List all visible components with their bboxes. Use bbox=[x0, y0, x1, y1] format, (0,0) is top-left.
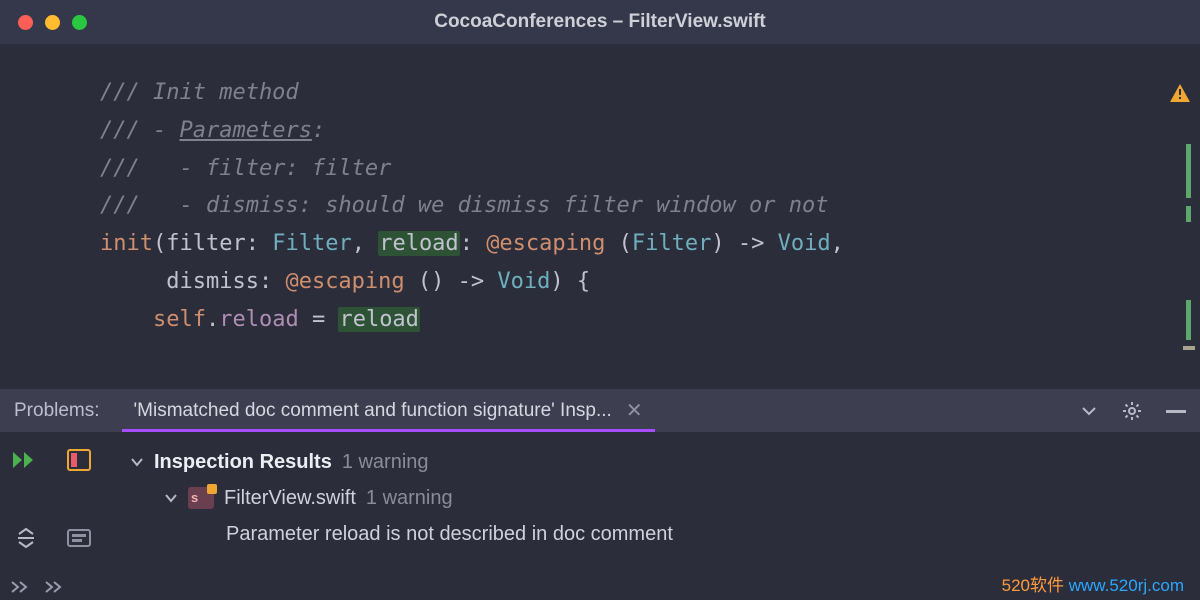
maximize-window-button[interactable] bbox=[72, 15, 87, 30]
more-tools-icon[interactable] bbox=[44, 580, 64, 594]
attr-escaping-2: @escaping bbox=[285, 269, 404, 294]
traffic-lights bbox=[18, 15, 87, 30]
highlight-in-editor-button[interactable] bbox=[63, 446, 95, 474]
param-filter: filter bbox=[166, 231, 245, 256]
keyword-self: self bbox=[153, 307, 206, 332]
rerun-inspection-button[interactable] bbox=[10, 446, 42, 474]
gear-icon[interactable] bbox=[1122, 401, 1142, 421]
assign-eq: = bbox=[299, 307, 339, 332]
hide-panel-icon[interactable] bbox=[1166, 404, 1186, 418]
type-filter-2: Filter bbox=[632, 231, 711, 256]
doc-colon: : bbox=[312, 118, 325, 143]
editor-gutter-marks bbox=[1180, 44, 1194, 388]
problems-label: Problems: bbox=[0, 400, 122, 422]
expand-toolbar bbox=[10, 580, 64, 594]
doc-comment-line: /// - bbox=[100, 118, 179, 143]
chevron-down-icon[interactable] bbox=[130, 455, 144, 469]
chevron-down-icon[interactable] bbox=[1080, 402, 1098, 420]
change-marker[interactable] bbox=[1186, 144, 1191, 198]
tree-file-row[interactable]: FilterView.swift 1 warning bbox=[120, 480, 673, 516]
doc-parameters-keyword: Parameters bbox=[179, 118, 311, 143]
watermark-text: 520软件 www.520rj.com bbox=[1002, 571, 1184, 596]
close-tab-icon[interactable]: ✕ bbox=[626, 398, 643, 423]
inspection-results-title: Inspection Results bbox=[154, 444, 332, 480]
more-tools-icon[interactable] bbox=[10, 580, 30, 594]
expand-all-button[interactable] bbox=[10, 524, 42, 552]
problems-tabbar: Problems: 'Mismatched doc comment and fu… bbox=[0, 388, 1200, 432]
caret-position-marker bbox=[1183, 346, 1195, 350]
chevron-down-icon[interactable] bbox=[164, 491, 178, 505]
inspection-results-count: 1 warning bbox=[342, 444, 429, 480]
file-warning-count: 1 warning bbox=[366, 480, 453, 516]
warning-icon[interactable] bbox=[1170, 84, 1190, 102]
ident-reload-rhs: reload bbox=[339, 307, 418, 332]
code-editor[interactable]: /// Init method /// - Parameters: /// - … bbox=[0, 44, 1200, 388]
param-dismiss: dismiss bbox=[166, 269, 259, 294]
doc-comment-line: /// - dismiss: should we dismiss filter … bbox=[100, 193, 828, 218]
property-reload: reload bbox=[219, 307, 298, 332]
problems-tree[interactable]: Inspection Results 1 warning FilterView.… bbox=[116, 432, 673, 600]
change-marker[interactable] bbox=[1186, 206, 1191, 222]
problems-panel: Inspection Results 1 warning FilterView.… bbox=[0, 432, 1200, 600]
inspection-tab[interactable]: 'Mismatched doc comment and function sig… bbox=[122, 389, 655, 432]
problems-toolbar bbox=[0, 432, 116, 600]
close-window-button[interactable] bbox=[18, 15, 33, 30]
tree-issue-row[interactable]: Parameter reload is not described in doc… bbox=[120, 516, 673, 552]
param-reload: reload bbox=[379, 231, 458, 256]
doc-comment-line: /// - filter: filter bbox=[100, 156, 391, 181]
doc-comment-line: /// Init method bbox=[100, 80, 299, 105]
change-marker[interactable] bbox=[1186, 300, 1191, 340]
window-titlebar: CocoaConferences – FilterView.swift bbox=[0, 0, 1200, 44]
file-name-label: FilterView.swift bbox=[224, 480, 356, 516]
keyword-init: init bbox=[100, 231, 153, 256]
group-by-button[interactable] bbox=[63, 524, 95, 552]
minimize-window-button[interactable] bbox=[45, 15, 60, 30]
inspection-tab-title: 'Mismatched doc comment and function sig… bbox=[134, 400, 612, 422]
type-void: Void bbox=[778, 231, 831, 256]
type-filter: Filter bbox=[272, 231, 351, 256]
attr-escaping: @escaping bbox=[486, 231, 605, 256]
type-void-2: Void bbox=[497, 269, 550, 294]
window-title: CocoaConferences – FilterView.swift bbox=[0, 11, 1200, 33]
swift-file-icon bbox=[188, 487, 214, 509]
tree-root-row[interactable]: Inspection Results 1 warning bbox=[120, 444, 673, 480]
issue-message: Parameter reload is not described in doc… bbox=[226, 516, 673, 552]
